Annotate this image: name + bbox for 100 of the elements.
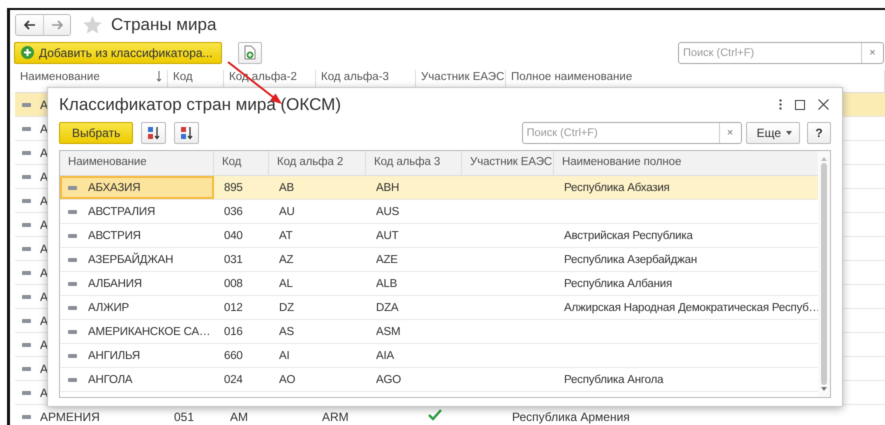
- table-cell-text: 895: [223, 182, 244, 194]
- table-cell-text: ABH: [375, 182, 400, 194]
- table-cell-text: 016: [223, 326, 244, 338]
- table-cell-text: ASM: [375, 326, 402, 338]
- help-button[interactable]: ?: [807, 122, 831, 144]
- dash-icon: [68, 258, 77, 262]
- caret-icon: [786, 130, 792, 134]
- table-cell: АЛБАНИЯ: [88, 278, 142, 290]
- back-button[interactable]: [16, 14, 43, 34]
- table-cell: АВСТРАЛИЯ: [88, 206, 156, 218]
- dash-icon: [68, 330, 77, 334]
- more-menu-button[interactable]: [779, 99, 782, 110]
- add-from-classifier-button[interactable]: Добавить из классификатора...: [14, 42, 222, 64]
- table-cell-text: ALB: [375, 278, 398, 290]
- create-document-button[interactable]: [238, 42, 262, 64]
- sort-descending-icon: [180, 126, 194, 140]
- column-header[interactable]: Код: [214, 151, 269, 175]
- table-cell-text: AGO: [375, 374, 402, 386]
- table-row[interactable]: АВСТРИЯ 040 AT AUT Австрийская Республика: [60, 224, 818, 248]
- column-header[interactable]: Наименование: [60, 151, 214, 175]
- clear-button[interactable]: ×: [718, 122, 741, 142]
- dash-icon: [68, 234, 77, 238]
- table-cell: АНГОЛА: [88, 374, 132, 386]
- dash-icon: [22, 198, 31, 202]
- table-cell: АМЕРИКАНСКОЕ СА…: [88, 326, 210, 338]
- table-cell-text: AU: [278, 206, 296, 218]
- search-field[interactable]: Поиск (Ctrl+F) ×: [678, 42, 884, 64]
- dash-icon: [22, 294, 31, 298]
- table-cell-text: 008: [223, 278, 244, 290]
- table-cell: Австрийская Республика: [564, 230, 693, 242]
- table-cell-text: AI: [278, 350, 290, 362]
- search-field[interactable]: Поиск (Ctrl+F) ×: [522, 122, 742, 144]
- table-row[interactable]: АЛБАНИЯ 008 AL ALB Республика Албания: [60, 272, 818, 296]
- table-cell-text: DZ: [278, 302, 295, 314]
- column-header[interactable]: Код альфа 3: [366, 151, 462, 175]
- table-row[interactable]: АБХАЗИЯ 895 AB ABH Республика Абхазия: [60, 176, 818, 200]
- select-button[interactable]: Выбрать: [59, 122, 134, 144]
- table-cell-text: AUS: [375, 206, 400, 218]
- table-cell-text: AB: [278, 182, 295, 194]
- table-cell-text: AIA: [375, 350, 395, 362]
- dash-icon: [22, 150, 31, 154]
- star-icon[interactable]: [83, 16, 102, 34]
- table-row[interactable]: АМЕРИКАНСКОЕ СА… 016 AS ASM: [60, 320, 818, 344]
- table-cell-text: ARM: [321, 410, 350, 424]
- table-cell-text: 012: [223, 302, 244, 314]
- table-cell-text: AT: [278, 230, 294, 242]
- table-row[interactable]: АНГИЛЬЯ 660 AI AIA: [60, 344, 818, 368]
- table-cell: Республика Азербайджан: [564, 254, 697, 266]
- close-icon: [818, 99, 829, 110]
- close-button[interactable]: [818, 99, 829, 110]
- more-button[interactable]: Еще: [746, 122, 800, 144]
- table-row[interactable]: АЗЕРБАЙДЖАН 031 AZ AZE Республика Азербайджан: [60, 248, 818, 272]
- table-cell: Республика Армения: [512, 410, 630, 424]
- column-header[interactable]: Участник ЕАЭС: [462, 151, 554, 175]
- dash-icon: [22, 222, 31, 226]
- table-cell-text: 024: [223, 374, 244, 386]
- column-header[interactable]: Наименование полное: [554, 151, 818, 175]
- table-cell: АРМЕНИЯ: [40, 410, 100, 424]
- forward-arrow-icon: [51, 20, 63, 30]
- table-cell-text: AS: [278, 326, 295, 338]
- dash-icon: [22, 390, 31, 394]
- table-row[interactable]: АЛЖИР 012 DZ DZA Алжирская Народная Демократическая Респуб…: [60, 296, 818, 320]
- dash-icon: [22, 246, 31, 250]
- table-cell: Республика Ангола: [564, 374, 664, 386]
- column-header[interactable]: Код альфа 2: [269, 151, 366, 175]
- table-cell: АБХАЗИЯ: [88, 182, 140, 194]
- dash-icon: [22, 414, 31, 418]
- dash-icon: [68, 306, 77, 310]
- dash-icon: [22, 366, 31, 370]
- dash-icon: [68, 282, 77, 286]
- table-cell-text: 031: [223, 254, 244, 266]
- table-cell-text: AM: [229, 410, 249, 424]
- sort-arrow-icon: [156, 71, 162, 82]
- table-cell-text: AO: [278, 374, 296, 386]
- dash-icon: [22, 174, 31, 178]
- table-cell: АЛЖИР: [88, 302, 130, 314]
- clear-button[interactable]: ×: [861, 42, 883, 62]
- document-plus-icon: [244, 45, 256, 60]
- dash-icon: [68, 186, 77, 190]
- dash-icon: [22, 270, 31, 274]
- dash-icon: [22, 318, 31, 322]
- table-cell-text: AL: [278, 278, 294, 290]
- table-row[interactable]: АНГОЛА 024 AO AGO Республика Ангола: [60, 368, 818, 392]
- dash-icon: [68, 210, 77, 214]
- dash-icon: [68, 378, 77, 382]
- table-cell-text: AUT: [375, 230, 400, 242]
- maximize-icon: [795, 100, 805, 110]
- plus-icon: [21, 46, 34, 59]
- dialog-title: Классификатор стран мира (ОКСМ): [59, 94, 342, 114]
- table-cell-text: 051: [173, 410, 196, 424]
- window-title: Страны мира: [111, 14, 216, 34]
- table-cell-text: 660: [223, 350, 244, 362]
- maximize-button[interactable]: [795, 100, 805, 110]
- sort-descending-button[interactable]: [174, 122, 200, 144]
- table-row[interactable]: АВСТРАЛИЯ 036 AU AUS: [60, 200, 818, 224]
- sort-ascending-icon: [146, 126, 161, 140]
- sort-ascending-button[interactable]: [141, 122, 166, 144]
- scrollbar[interactable]: [818, 151, 830, 397]
- dash-icon: [22, 102, 31, 106]
- scroll-down-icon[interactable]: [821, 387, 827, 391]
